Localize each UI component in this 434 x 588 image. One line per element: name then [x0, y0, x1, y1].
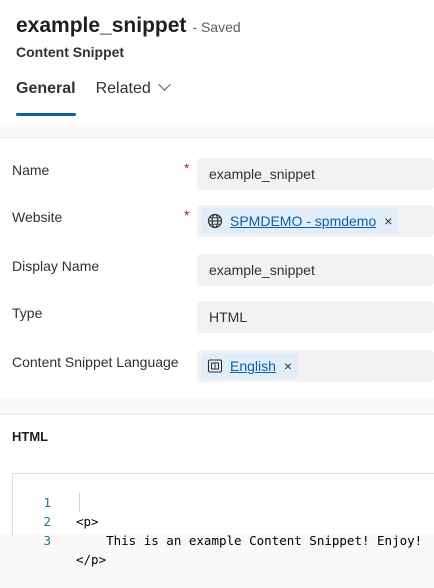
- chevron-down-icon: [157, 78, 171, 91]
- title-row: example_snippet - Saved: [16, 14, 241, 38]
- website-link[interactable]: SPMDEMO - spmdemo: [230, 213, 376, 229]
- name-label: Name: [12, 162, 50, 178]
- tab-related[interactable]: Related: [95, 78, 171, 116]
- code-text: This is an example Content Snippet! Enjo…: [76, 533, 423, 548]
- name-field[interactable]: example_snippet: [197, 158, 434, 190]
- language-tag: English ×: [201, 353, 299, 379]
- language-icon: [207, 358, 223, 374]
- save-status: - Saved: [192, 19, 241, 35]
- language-lookup[interactable]: English ×: [197, 350, 434, 382]
- code-line: 1 <p>: [13, 474, 98, 529]
- html-section: HTML 1 <p> 2 This is an example Content …: [0, 414, 434, 567]
- html-section-title: HTML: [12, 429, 49, 444]
- code-line: 2 This is an example Content Snippet! En…: [13, 493, 422, 548]
- display-name-field[interactable]: example_snippet: [197, 254, 434, 286]
- display-name-label: Display Name: [12, 258, 100, 274]
- tab-general[interactable]: General: [16, 80, 76, 116]
- globe-icon: [207, 213, 223, 229]
- type-label: Type: [12, 305, 43, 321]
- website-tag: SPMDEMO - spmdemo ×: [201, 208, 399, 234]
- language-remove-button[interactable]: ×: [284, 358, 292, 374]
- code-line: 3 </p>: [13, 512, 106, 567]
- language-label: Content Snippet Language: [12, 354, 179, 370]
- general-form-section: Name * example_snippet Website * SPMDEMO…: [0, 137, 434, 398]
- language-row: Content Snippet Language English ×: [0, 350, 434, 386]
- code-text: </p>: [76, 552, 107, 567]
- line-number: 3: [43, 533, 51, 548]
- website-remove-button[interactable]: ×: [384, 213, 392, 229]
- website-lookup[interactable]: SPMDEMO - spmdemo ×: [197, 205, 434, 237]
- entity-name: Content Snippet: [16, 44, 125, 60]
- name-row: Name * example_snippet: [0, 158, 434, 194]
- code-editor[interactable]: 1 <p> 2 This is an example Content Snipp…: [12, 473, 434, 567]
- language-link[interactable]: English: [230, 358, 276, 374]
- type-row: Type HTML: [0, 301, 434, 337]
- tab-list: General Related: [16, 78, 189, 116]
- name-required-marker: *: [184, 160, 190, 176]
- tab-related-label: Related: [95, 80, 151, 97]
- display-name-row: Display Name example_snippet: [0, 254, 434, 290]
- code-text: <p>: [76, 514, 99, 529]
- website-required-marker: *: [184, 207, 190, 223]
- type-field[interactable]: HTML: [197, 301, 434, 333]
- website-row: Website * SPMDEMO - spmdemo ×: [0, 205, 434, 241]
- record-title: example_snippet: [16, 14, 187, 37]
- indent-guide: [79, 493, 80, 512]
- tab-general-label: General: [16, 80, 76, 97]
- website-label: Website: [12, 209, 63, 225]
- form-header: example_snippet - Saved Content Snippet …: [0, 0, 434, 124]
